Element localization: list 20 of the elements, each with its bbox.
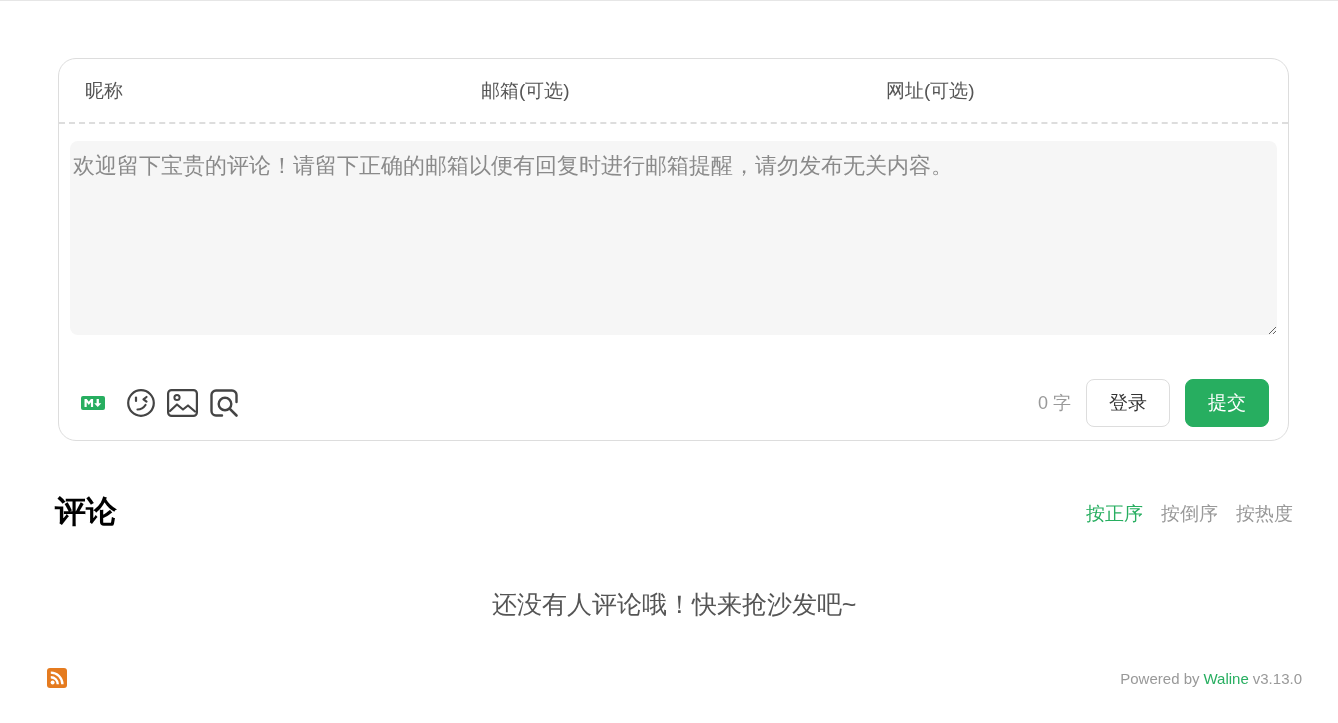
waline-link[interactable]: Waline — [1203, 669, 1249, 687]
sort-tab[interactable]: 按正序 — [1086, 501, 1143, 527]
powered-by-label: Powered by — [1120, 669, 1200, 687]
submit-button[interactable]: 提交 — [1185, 379, 1269, 427]
website-field[interactable]: 网址(可选) — [860, 59, 1288, 122]
email-field[interactable]: 邮箱(可选) — [455, 59, 860, 122]
word-count: 0 字 — [1038, 392, 1071, 415]
sort-tab[interactable]: 按倒序 — [1161, 501, 1218, 527]
rss-icon[interactable] — [47, 668, 67, 688]
login-button[interactable]: 登录 — [1086, 379, 1170, 427]
comments-title: 评论 — [55, 493, 117, 531]
comment-textarea[interactable]: 欢迎留下宝贵的评论！请留下正确的邮箱以便有回复时进行邮箱提醒，请勿发布无关内容。 — [70, 141, 1277, 335]
nickname-field[interactable]: 昵称 — [59, 59, 455, 122]
emoji-icon[interactable] — [127, 389, 155, 417]
image-icon[interactable] — [167, 389, 198, 417]
empty-message: 还没有人评论哦！快来抢沙发吧~ — [490, 589, 858, 620]
search-icon[interactable] — [210, 388, 239, 418]
version-label: v3.13.0 — [1252, 669, 1302, 687]
sort-tab[interactable]: 按热度 — [1236, 501, 1293, 527]
markdown-icon[interactable] — [81, 396, 105, 410]
